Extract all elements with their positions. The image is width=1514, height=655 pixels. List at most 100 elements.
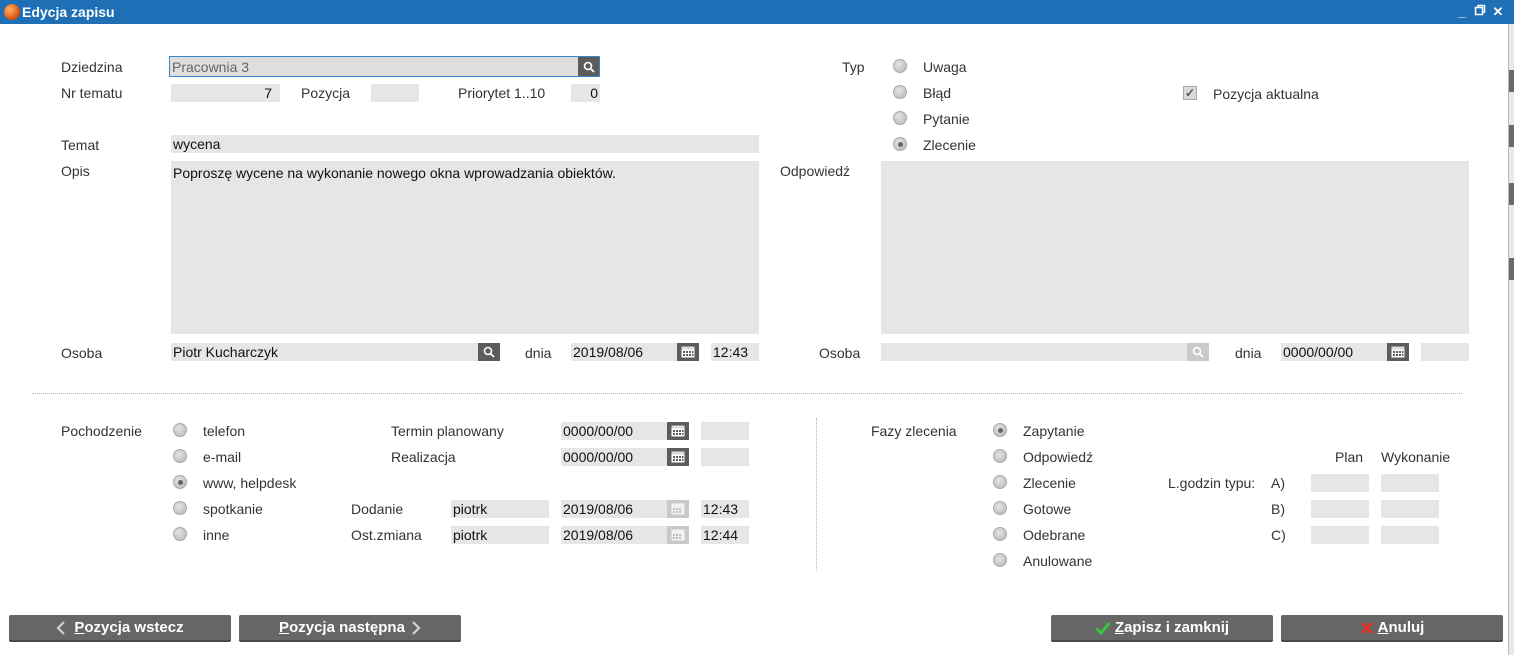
realizacja-time-field[interactable] — [701, 448, 749, 466]
osoba-date-picker-button[interactable] — [677, 343, 699, 361]
app-logo-icon — [4, 4, 20, 20]
dziedzina-label: Dziedzina — [61, 59, 123, 75]
right-edge-marker — [1509, 70, 1514, 92]
nr-tematu-label: Nr tematu — [61, 85, 123, 101]
pozycja-label: Pozycja — [301, 85, 351, 101]
pochodzenie-option-label: www, helpdesk — [203, 475, 297, 491]
osoba-odpowiedz-date-field[interactable]: 0000/00/00 — [1281, 343, 1387, 361]
zapisz-i-zamknij-button[interactable]: Zapisz i zamknij — [1051, 615, 1273, 642]
termin-planowany-date-picker-button[interactable] — [667, 422, 689, 440]
priorytet-label: Priorytet 1..10 — [458, 85, 546, 101]
dodanie-label: Dodanie — [351, 501, 404, 517]
odpowiedz-textarea[interactable] — [881, 161, 1469, 334]
osoba-time-field[interactable]: 12:43 — [711, 343, 759, 361]
dodanie-date-picker-button — [667, 500, 689, 518]
fazy-radio-zapytanie[interactable] — [993, 423, 1007, 437]
typ-option-label: Błąd — [923, 85, 952, 101]
pochodzenie-option-label: spotkanie — [203, 501, 263, 517]
dziedzina-field[interactable]: Pracownia 3 — [169, 56, 579, 77]
pozycja-field[interactable] — [371, 84, 419, 102]
termin-planowany-time-field[interactable] — [701, 422, 749, 440]
anuluj-label: Anuluj — [1377, 619, 1425, 636]
godziny-row-label: C) — [1271, 527, 1286, 543]
fazy-option-label: Gotowe — [1023, 501, 1072, 517]
pozycja-aktualna-checkbox[interactable]: ✓ — [1183, 86, 1197, 100]
typ-label: Typ — [842, 59, 865, 75]
godziny-wykonanie-field[interactable] — [1381, 526, 1439, 544]
ost-zmiana-time-field: 12:44 — [701, 526, 749, 544]
fazy-radio-zlecenie[interactable] — [993, 475, 1007, 489]
osoba-odpowiedz-field[interactable] — [881, 343, 1187, 361]
osoba-field[interactable]: Piotr Kucharczyk — [171, 343, 478, 361]
pozycja-aktualna-label: Pozycja aktualna — [1213, 86, 1319, 102]
right-edge-scrollbar — [1508, 24, 1514, 655]
fazy-option-label: Odebrane — [1023, 527, 1086, 543]
osoba-search-button[interactable] — [478, 343, 500, 361]
fazy-option-label: Odpowiedź — [1023, 449, 1094, 465]
fazy-radio-gotowe[interactable] — [993, 501, 1007, 515]
godziny-plan-field[interactable] — [1311, 500, 1369, 518]
typ-radio-zlecenie[interactable] — [893, 137, 907, 151]
pochodzenie-option-label: e-mail — [203, 449, 242, 465]
pochodzenie-radio-www[interactable] — [173, 475, 187, 489]
pochodzenie-label: Pochodzenie — [61, 423, 142, 439]
fazy-radio-anulowane[interactable] — [993, 553, 1007, 567]
osoba-odpowiedz-date-picker-button[interactable] — [1387, 343, 1409, 361]
anuluj-button[interactable]: Anuluj — [1281, 615, 1503, 642]
godziny-plan-field[interactable] — [1311, 474, 1369, 492]
opis-textarea[interactable]: Poproszę wycene na wykonanie nowego okna… — [171, 161, 759, 334]
typ-radio-pytanie[interactable] — [893, 111, 907, 125]
fazy-radio-odpowiedz[interactable] — [993, 449, 1007, 463]
calendar-icon — [1391, 346, 1405, 358]
chevron-left-icon — [56, 620, 66, 635]
pochodzenie-radio-inne[interactable] — [173, 527, 187, 541]
osoba-odpowiedz-time-field[interactable] — [1421, 343, 1469, 361]
right-edge-marker — [1509, 125, 1514, 147]
pochodzenie-radio-telefon[interactable] — [173, 423, 187, 437]
pozycja-nastepna-button[interactable]: Pozycja następna — [239, 615, 461, 642]
ost-zmiana-label: Ost.zmiana — [351, 527, 422, 543]
godziny-wykonanie-field[interactable] — [1381, 500, 1439, 518]
fazy-radio-odebrane[interactable] — [993, 527, 1007, 541]
dodanie-date-field: 2019/08/06 — [561, 500, 667, 518]
godziny-row-label: B) — [1271, 501, 1285, 517]
temat-field[interactable]: wycena — [171, 135, 759, 153]
close-window-button[interactable]: ✕ — [1490, 3, 1506, 20]
calendar-icon — [671, 529, 685, 541]
typ-radio-blad[interactable] — [893, 85, 907, 99]
realizacja-date-field[interactable]: 0000/00/00 — [561, 448, 667, 466]
termin-planowany-date-field[interactable]: 0000/00/00 — [561, 422, 667, 440]
fazy-option-label: Zapytanie — [1023, 423, 1085, 439]
godziny-plan-field[interactable] — [1311, 526, 1369, 544]
ost-zmiana-user-field: piotrk — [451, 526, 549, 544]
title-bar: Edycja zapisu _ ✕ — [0, 0, 1514, 24]
pochodzenie-option-label: inne — [203, 527, 230, 543]
dziedzina-search-button[interactable] — [578, 56, 600, 77]
right-edge-marker — [1509, 258, 1514, 280]
minimize-button[interactable]: _ — [1454, 3, 1470, 20]
ost-zmiana-date-field: 2019/08/06 — [561, 526, 667, 544]
priorytet-field[interactable]: 0 — [571, 84, 600, 102]
pochodzenie-radio-email[interactable] — [173, 449, 187, 463]
calendar-icon — [671, 503, 685, 515]
fazy-option-label: Zlecenie — [1023, 475, 1076, 491]
pozycja-wstecz-button[interactable]: Pozycja wstecz — [9, 615, 231, 642]
dnia-label: dnia — [525, 345, 552, 361]
vertical-divider — [816, 418, 817, 570]
calendar-icon — [671, 425, 685, 437]
osoba-odpowiedz-search-button[interactable] — [1187, 343, 1209, 361]
wykonanie-column-header: Wykonanie — [1381, 449, 1451, 465]
godziny-wykonanie-field[interactable] — [1381, 474, 1439, 492]
restore-icon — [1474, 4, 1486, 16]
typ-radio-uwaga[interactable] — [893, 59, 907, 73]
nr-tematu-field[interactable]: 7 — [171, 84, 280, 102]
restore-button[interactable] — [1472, 3, 1488, 20]
pochodzenie-option-label: telefon — [203, 423, 246, 439]
pozycja-nastepna-label: Pozycja następna — [279, 619, 405, 636]
realizacja-date-picker-button[interactable] — [667, 448, 689, 466]
osoba-date-field[interactable]: 2019/08/06 — [571, 343, 677, 361]
fazy-zlecenia-label: Fazy zlecenia — [871, 423, 957, 439]
pochodzenie-radio-spotkanie[interactable] — [173, 501, 187, 515]
chevron-right-icon — [412, 620, 421, 635]
zapisz-i-zamknij-label: Zapisz i zamknij — [1114, 619, 1230, 636]
